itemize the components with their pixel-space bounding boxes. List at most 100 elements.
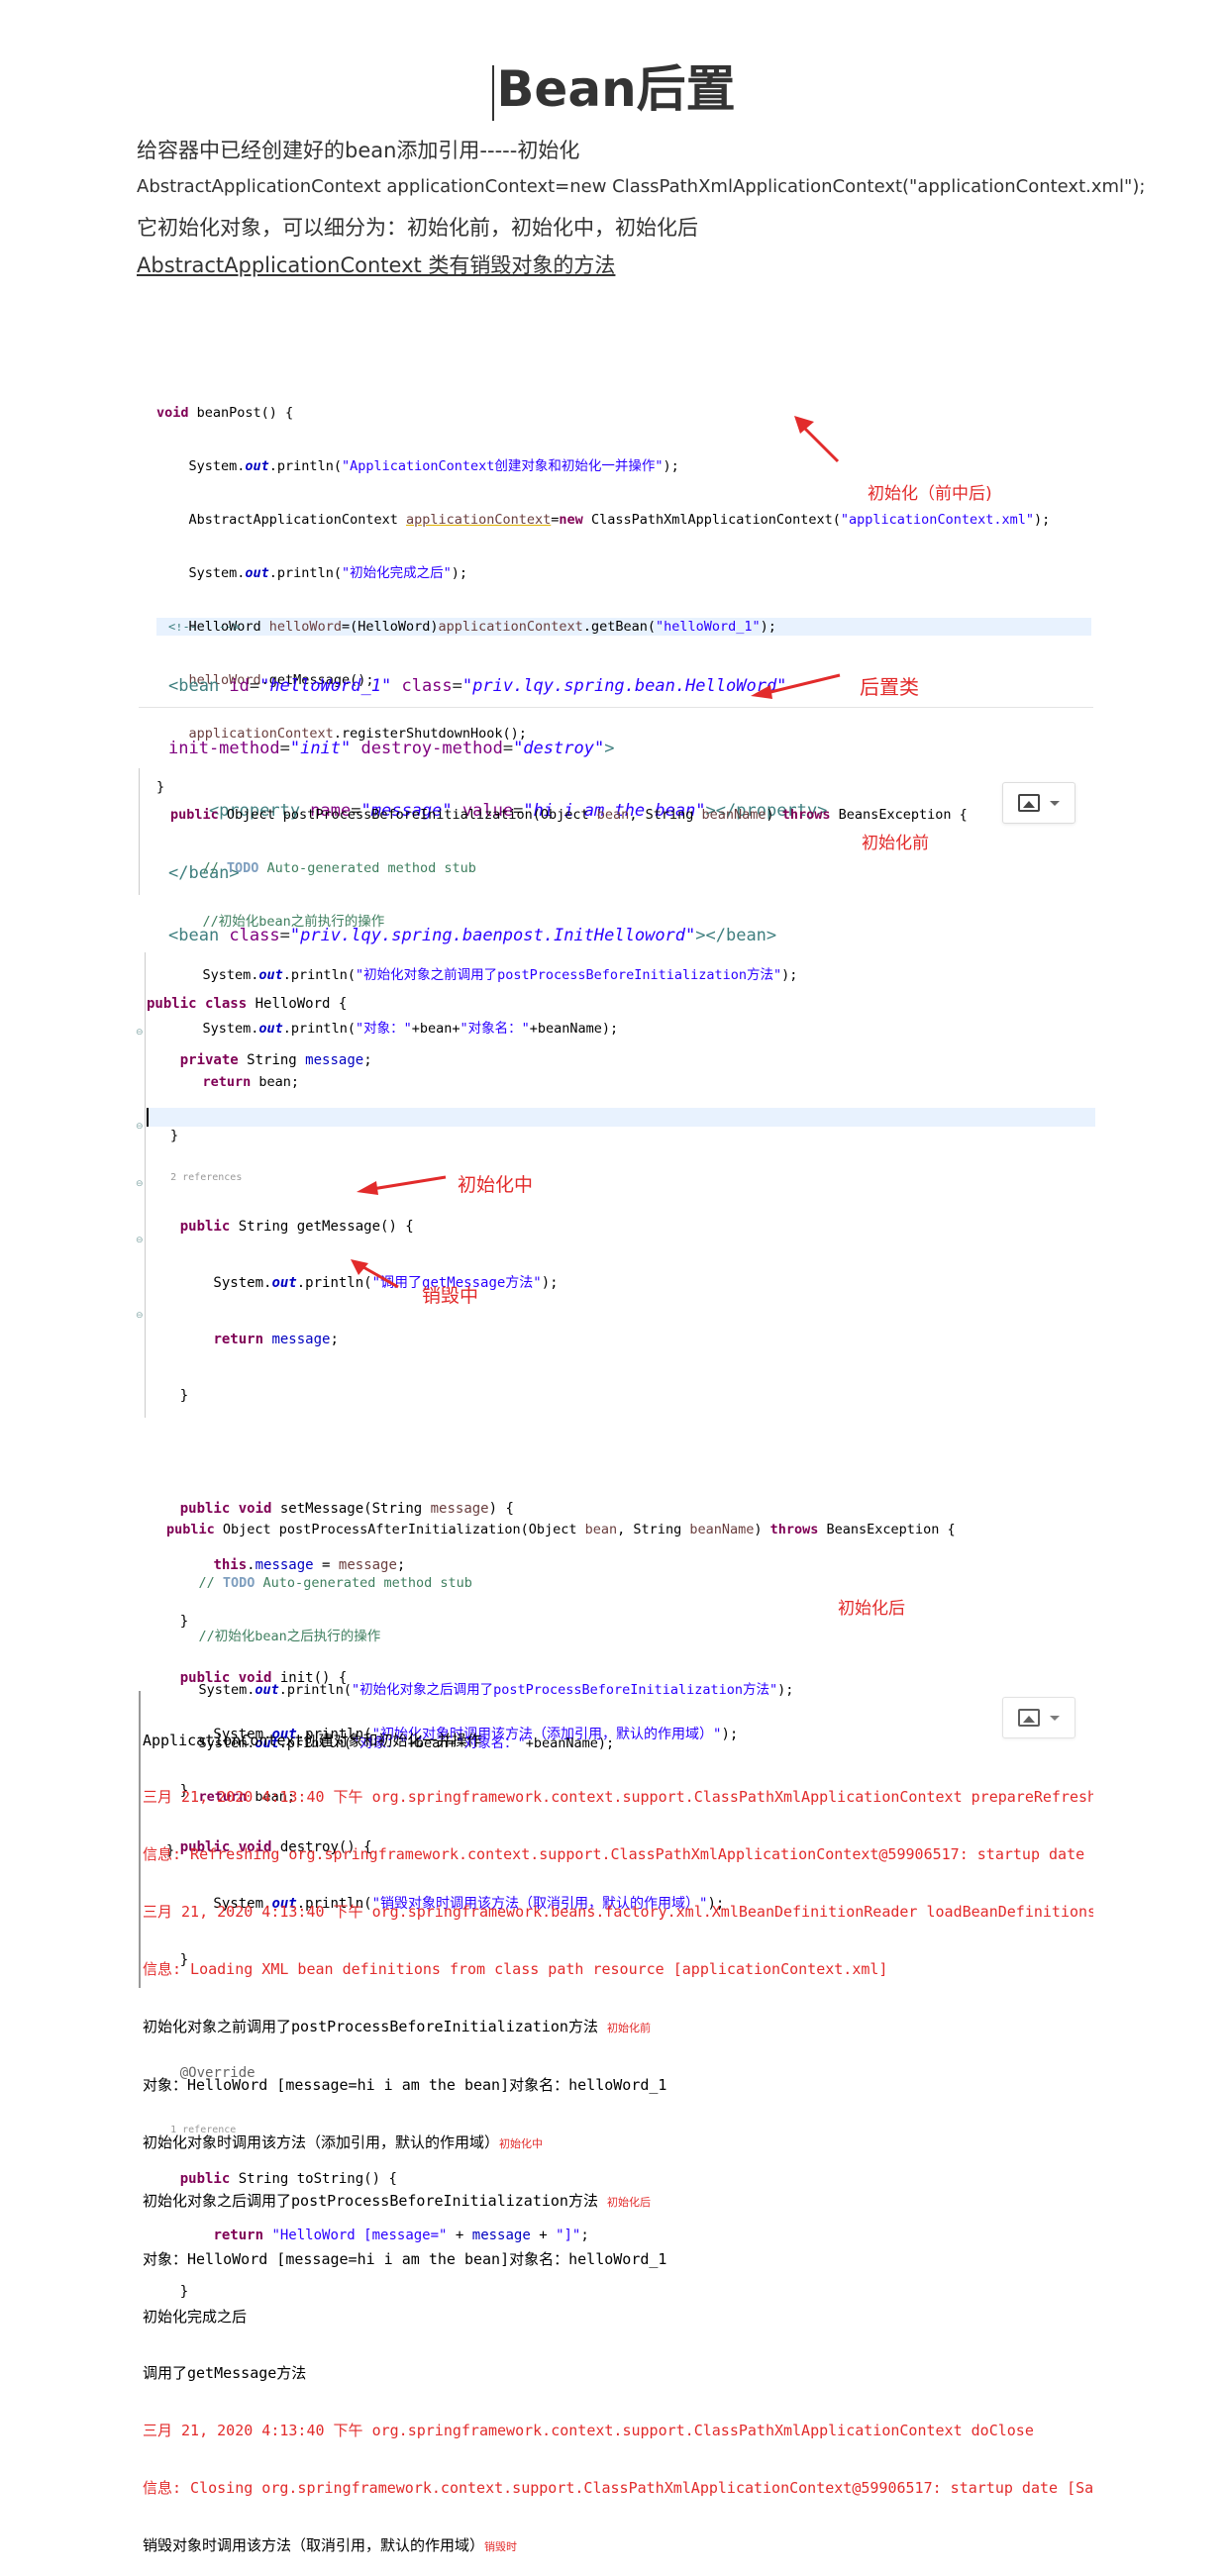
- code-token: beanPost() {: [188, 405, 294, 421]
- code-token: out: [245, 458, 269, 474]
- annotation-label-destroy: 销毁中: [422, 1285, 479, 1307]
- image-icon: [1018, 1709, 1040, 1727]
- annotation-label-init-mid: 初始化中: [458, 1174, 534, 1196]
- intro-line-4: AbstractApplicationContext 类有销毁对象的方法: [137, 253, 616, 277]
- xml-token: "init": [289, 739, 352, 758]
- xml-comment-fragment: <!-- -->: [168, 624, 241, 634]
- fold-marker-icon[interactable]: ⊖: [136, 1311, 144, 1321]
- fold-marker-icon[interactable]: ⊖: [136, 1122, 144, 1132]
- code-token: message: [305, 1052, 364, 1068]
- console-line: 三月 21, 2020 4:13:40 下午 org.springframewo…: [143, 1903, 1093, 1922]
- code-token: public: [147, 996, 197, 1012]
- code-token: public: [166, 1522, 215, 1537]
- code-token: throws: [781, 807, 831, 823]
- code-token: Auto-generated method stub: [258, 860, 476, 876]
- console-line: 销毁对象时调用该方法（取消引用，默认的作用域）: [143, 2536, 485, 2555]
- panel-border: [139, 768, 140, 895]
- image-icon: [1018, 794, 1040, 812]
- code-token: }: [147, 1388, 189, 1404]
- console-line: ApplicationContext创建对象和初始化一并操作: [143, 1731, 482, 1749]
- console-line: 三月 21, 2020 4:13:40 下午 org.springframewo…: [143, 2422, 1034, 2440]
- annotation-label-after-init: 初始化后: [838, 1599, 905, 1619]
- red-arrow: [357, 1175, 447, 1195]
- red-arrow: [351, 1259, 399, 1289]
- code-token: public: [170, 807, 219, 823]
- fold-marker-icon[interactable]: ⊖: [136, 1028, 144, 1038]
- image-insert-button[interactable]: [1002, 1697, 1075, 1738]
- image-insert-button[interactable]: [1002, 782, 1075, 824]
- console-output: ApplicationContext创建对象和初始化一并操作 三月 21, 20…: [143, 1693, 1093, 2576]
- code-token: message: [271, 1332, 331, 1347]
- xml-token: "priv.lqy.spring.bean.HelloWord": [461, 676, 787, 696]
- code-token: //初始化bean之后执行的操作: [166, 1629, 381, 1644]
- code-token: ;: [363, 1052, 372, 1068]
- code-token: System.: [156, 458, 246, 474]
- code-token: //: [166, 1575, 223, 1591]
- console-line: 对象：HelloWord [message=hi i am the bean]对…: [143, 2249, 667, 2268]
- text-cursor: [492, 64, 495, 121]
- code-token: beanName: [689, 1522, 755, 1537]
- page-title-text: Bean后置: [496, 60, 736, 118]
- code-token: return: [213, 1332, 264, 1347]
- annotation-label-init-phases: 初始化（前中后): [868, 484, 992, 504]
- code-token: private: [179, 1052, 239, 1068]
- code-token: AbstractApplicationContext: [156, 512, 406, 528]
- code-token: System.: [156, 565, 246, 581]
- console-annotation: 初始化中: [499, 2136, 544, 2150]
- code-token: String: [238, 1052, 306, 1068]
- xml-token: "helloWord_1": [259, 676, 392, 696]
- code-token: "初始化完成之后": [341, 565, 452, 581]
- xml-token: destroy-method: [360, 739, 503, 758]
- code-token: );: [1033, 512, 1051, 528]
- console-annotation: 初始化前: [607, 2022, 651, 2035]
- console-line: 调用了getMessage方法: [143, 2364, 307, 2383]
- code-token: );: [663, 458, 679, 474]
- red-arrow: [751, 673, 841, 699]
- code-token: , String: [629, 807, 702, 823]
- page-title: Bean后置: [0, 50, 1228, 121]
- code-token: .println(: [268, 565, 342, 581]
- code-token: //初始化bean之前执行的操作: [170, 914, 385, 930]
- code-token: ): [754, 1522, 770, 1537]
- xml-token: id: [229, 676, 250, 696]
- code-token: ): [766, 807, 782, 823]
- xml-token: "destroy": [513, 739, 605, 758]
- code-token: bean: [584, 1522, 618, 1537]
- code-token: , String: [617, 1522, 690, 1537]
- red-arrow: [794, 416, 840, 463]
- code-token: applicationContext: [405, 512, 552, 528]
- console-line: 三月 21, 2020 4:13:40 下午 org.springframewo…: [143, 1788, 1093, 1807]
- console-line: 初始化对象之后调用了postProcessBeforeInitializatio…: [143, 2191, 598, 2210]
- console-line: 信息: Loading XML bean definitions from cl…: [143, 1960, 888, 1979]
- xml-token: <bean: [168, 676, 230, 696]
- code-token: beanName: [701, 807, 767, 823]
- console-annotation: 销毁时: [484, 2540, 518, 2554]
- code-token: throws: [769, 1522, 819, 1537]
- code-token: class: [205, 996, 248, 1012]
- intro-line-1: 给容器中已经创建好的bean添加引用-----初始化: [137, 139, 580, 162]
- fold-marker-icon[interactable]: ⊖: [136, 1236, 144, 1245]
- fold-marker-icon[interactable]: ⊖: [136, 1179, 144, 1189]
- references-hint[interactable]: 2 references: [170, 1172, 242, 1183]
- code-token: BeansException {: [818, 1522, 956, 1537]
- intro-line-2: AbstractApplicationContext applicationCo…: [137, 176, 1146, 197]
- xml-token: class: [401, 676, 453, 696]
- code-token: ClassPathXmlApplicationContext(: [582, 512, 841, 528]
- code-token: "applicationContext.xml": [840, 512, 1034, 528]
- chevron-down-icon[interactable]: [1050, 1715, 1060, 1721]
- code-token: new: [559, 512, 583, 528]
- console-line: 初始化对象之前调用了postProcessBeforeInitializatio…: [143, 2018, 598, 2036]
- code-token: out: [245, 565, 269, 581]
- code-token: HelloWord {: [247, 996, 348, 1012]
- code-token: BeansException {: [830, 807, 968, 823]
- code-token: bean: [596, 807, 630, 823]
- xml-token: init-method: [168, 739, 280, 758]
- code-token: Object postProcessAfterInitialization(Ob…: [214, 1522, 585, 1537]
- code-token: System.: [147, 1275, 272, 1291]
- code-token: void: [156, 405, 189, 421]
- code-token: String getMessage() {: [230, 1219, 414, 1235]
- chevron-down-icon[interactable]: [1050, 800, 1060, 806]
- code-token: );: [451, 565, 467, 581]
- panel-border: [145, 952, 146, 1418]
- divider: [139, 707, 1093, 708]
